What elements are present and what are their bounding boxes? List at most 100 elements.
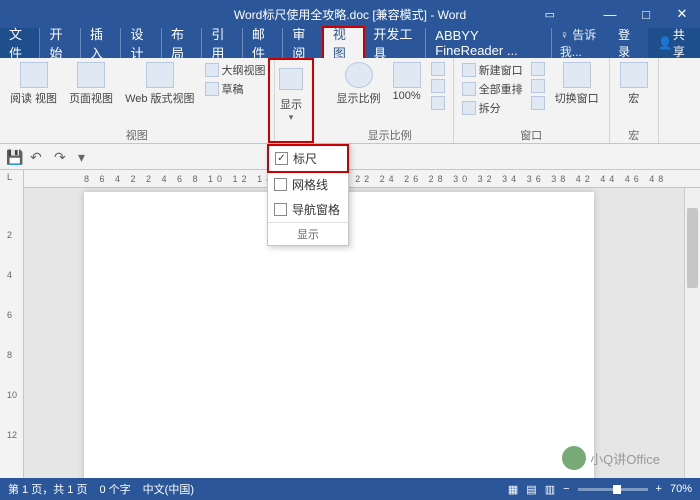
redo-icon[interactable]: ↷: [54, 149, 70, 165]
horizontal-ruler[interactable]: 8 6 4 2 2 4 6 8 10 12 14 16 18 20 22 24 …: [24, 170, 700, 188]
tab-developer[interactable]: 开发工具: [364, 28, 426, 58]
vertical-ruler[interactable]: L 2 4 6 8 10 12: [0, 170, 24, 478]
document-title: Word标尺使用全攻略.doc [兼容模式] - Word: [234, 6, 466, 23]
print-layout-view-icon[interactable]: ▤: [526, 483, 536, 496]
tab-references[interactable]: 引用: [202, 28, 242, 58]
language-status[interactable]: 中文(中国): [143, 481, 194, 497]
vertical-scrollbar[interactable]: [684, 188, 700, 478]
side-by-side-icon: [531, 62, 545, 76]
new-window-icon: [462, 63, 476, 77]
tab-view[interactable]: 视图: [324, 28, 364, 58]
multi-page-button[interactable]: [431, 79, 445, 93]
outline-view-button[interactable]: 大纲视图: [205, 62, 266, 78]
reset-window-button[interactable]: [531, 96, 545, 110]
tab-layout[interactable]: 布局: [162, 28, 202, 58]
show-dropdown-menu: ✓ 标尺 网格线 导航窗格 显示: [267, 144, 349, 246]
macros-icon: [620, 62, 648, 88]
zoom-level[interactable]: 70%: [670, 483, 692, 495]
arrange-all-button[interactable]: 全部重排: [462, 81, 523, 97]
share-button[interactable]: 👤 共享: [648, 28, 700, 58]
sync-scroll-icon: [531, 79, 545, 93]
multi-page-icon: [431, 79, 445, 93]
qat-customize-icon[interactable]: ▾: [78, 149, 94, 165]
split-icon: [462, 101, 476, 115]
ribbon-view: 阅读 视图 页面视图 Web 版式视图 大纲视图 草稿 视图 显示 ▾ 显示比例…: [0, 58, 700, 144]
zoom-button[interactable]: 显示比例: [331, 60, 387, 108]
read-mode-button[interactable]: 阅读 视图: [4, 60, 63, 108]
watermark: 小Q讲Office: [562, 446, 660, 470]
group-macros: 宏 宏: [610, 58, 659, 143]
zoom-slider[interactable]: [578, 488, 648, 491]
outline-icon: [205, 63, 219, 77]
web-layout-button[interactable]: Web 版式视图: [119, 60, 200, 108]
group-label-views: 视图: [126, 127, 148, 143]
maximize-button[interactable]: □: [628, 0, 664, 28]
ribbon-tabs: 文件 开始 插入 设计 布局 引用 邮件 审阅 视图 开发工具 ABBYY Fi…: [0, 28, 700, 58]
ruler-checkbox[interactable]: ✓: [275, 152, 288, 165]
macros-button[interactable]: 宏: [614, 60, 654, 108]
tab-review[interactable]: 审阅: [283, 28, 323, 58]
tab-selector[interactable]: L: [7, 172, 12, 182]
login-link[interactable]: 登录: [608, 26, 648, 60]
read-mode-icon: [20, 62, 48, 88]
one-page-icon: [431, 62, 445, 76]
minimize-button[interactable]: —: [592, 0, 628, 28]
page-count[interactable]: 第 1 页，共 1 页: [8, 481, 87, 497]
zoom-in-button[interactable]: +: [656, 483, 662, 495]
switch-windows-button[interactable]: 切换窗口: [549, 60, 605, 108]
one-page-button[interactable]: [431, 62, 445, 76]
group-window: 新建窗口 全部重排 拆分 切换窗口 窗口: [454, 58, 610, 143]
group-label-macros: 宏: [628, 127, 639, 143]
sync-scroll-button[interactable]: [531, 79, 545, 93]
draft-icon: [205, 82, 219, 96]
navpane-checkbox-item[interactable]: 导航窗格: [268, 197, 348, 222]
save-icon[interactable]: 💾: [6, 149, 22, 165]
ribbon-display-options-icon[interactable]: ▭: [545, 8, 555, 21]
tab-abbyy[interactable]: ABBYY FineReader ...: [426, 28, 552, 58]
zoom-icon: [345, 62, 373, 88]
tell-me-search[interactable]: ♀ 告诉我...: [560, 26, 608, 60]
word-count[interactable]: 0 个字: [99, 481, 130, 497]
chevron-down-icon: ▾: [289, 112, 294, 123]
gridlines-checkbox[interactable]: [274, 178, 287, 191]
tab-mailings[interactable]: 邮件: [243, 28, 283, 58]
read-mode-view-icon[interactable]: ▦: [508, 483, 518, 496]
show-icon: [279, 68, 303, 90]
tab-design[interactable]: 设计: [121, 28, 161, 58]
split-button[interactable]: 拆分: [462, 100, 523, 116]
zoom-100-button[interactable]: 100%: [387, 60, 427, 104]
arrange-all-icon: [462, 82, 476, 96]
gridlines-checkbox-item[interactable]: 网格线: [268, 172, 348, 197]
close-button[interactable]: ✕: [664, 0, 700, 28]
navpane-checkbox[interactable]: [274, 203, 287, 216]
group-label-window: 窗口: [520, 127, 542, 143]
watermark-avatar-icon: [562, 446, 586, 470]
share-icon: 👤: [658, 36, 673, 50]
zoom-100-icon: [393, 62, 421, 88]
dropdown-footer: 显示: [268, 222, 348, 245]
view-side-button[interactable]: [531, 62, 545, 76]
show-dropdown-button[interactable]: 显示 ▾: [268, 58, 314, 143]
quick-access-toolbar: 💾 ↶ ↷ ▾: [0, 144, 700, 170]
status-bar: 第 1 页，共 1 页 0 个字 中文(中国) ▦ ▤ ▥ − + 70%: [0, 478, 700, 500]
ruler-checkbox-item[interactable]: ✓ 标尺: [267, 144, 349, 173]
new-window-button[interactable]: 新建窗口: [462, 62, 523, 78]
zoom-out-button[interactable]: −: [563, 483, 569, 495]
window-controls: — □ ✕: [592, 0, 700, 28]
group-views: 阅读 视图 页面视图 Web 版式视图 大纲视图 草稿 视图: [0, 58, 275, 143]
web-layout-view-icon[interactable]: ▥: [545, 483, 555, 496]
tab-file[interactable]: 文件: [0, 28, 40, 58]
reset-window-icon: [531, 96, 545, 110]
group-zoom: 显示比例 100% 显示比例: [327, 58, 454, 143]
zoom-slider-knob[interactable]: [613, 485, 621, 494]
print-layout-button[interactable]: 页面视图: [63, 60, 119, 108]
page-width-button[interactable]: [431, 96, 445, 110]
workspace: L 2 4 6 8 10 12 8 6 4 2 2 4 6 8 10 12 14…: [0, 170, 700, 478]
scrollbar-thumb[interactable]: [687, 208, 698, 288]
tab-insert[interactable]: 插入: [81, 28, 121, 58]
tab-home[interactable]: 开始: [40, 28, 80, 58]
group-label-zoom: 显示比例: [368, 127, 412, 143]
draft-view-button[interactable]: 草稿: [205, 81, 266, 97]
web-layout-icon: [146, 62, 174, 88]
undo-icon[interactable]: ↶: [30, 149, 46, 165]
